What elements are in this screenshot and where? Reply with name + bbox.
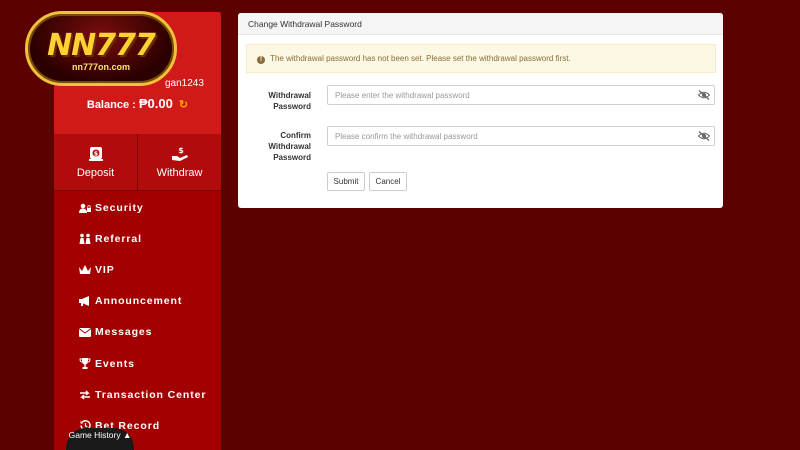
svg-text:$: $ (178, 146, 184, 155)
change-password-panel: Change Withdrawal Password ! The withdra… (238, 13, 723, 208)
confirm-label-line: Withdrawal (268, 142, 311, 151)
confirm-password-input[interactable] (327, 126, 715, 146)
nn777-logo[interactable]: NN777 nn777on.com (25, 11, 177, 86)
balance-label: Balance : (86, 99, 136, 111)
people-icon (78, 233, 92, 245)
sidebar-item-label: Referral (95, 232, 142, 245)
confirm-label-line: Confirm (280, 131, 311, 140)
withdrawal-password-input[interactable] (327, 85, 715, 105)
deposit-button[interactable]: $ Deposit (54, 134, 137, 190)
sidebar-item-label: Events (95, 357, 135, 370)
eye-slash-icon[interactable] (698, 131, 710, 141)
sidebar-item-label: Announcement (95, 295, 183, 308)
sidebar-item-transaction-center[interactable]: Transaction Center (54, 379, 221, 410)
crown-icon (78, 264, 92, 275)
sidebar-item-referral[interactable]: Referral (54, 223, 221, 254)
withdraw-icon: $ (171, 146, 188, 161)
withdraw-label: Withdraw (156, 166, 203, 179)
balance: Balance : ₱0.00 ↻ (54, 96, 221, 111)
wallet-actions: $ Deposit $ Withdraw (54, 134, 221, 191)
balance-value: ₱0.00 (138, 96, 173, 111)
svg-text:$: $ (93, 150, 97, 157)
logo-site: nn777on.com (71, 62, 130, 72)
sidebar-item-label: Security (95, 201, 144, 214)
game-history-button[interactable]: Game History ▲ (66, 428, 134, 450)
sidebar-item-announcement[interactable]: Announcement (54, 286, 221, 317)
game-history-label: Game History (68, 430, 121, 440)
password-label-line: Password (273, 102, 311, 111)
sidebar-item-events[interactable]: Events (54, 348, 221, 379)
sidebar-item-security[interactable]: Security (54, 192, 221, 223)
logo-brand: NN777 (47, 28, 156, 63)
sidebar-menu: Security Referral VIP Announcement Messa… (54, 192, 221, 442)
sidebar-item-messages[interactable]: Messages (54, 317, 221, 348)
withdraw-button[interactable]: $ Withdraw (137, 134, 221, 190)
sidebar-item-vip[interactable]: VIP (54, 254, 221, 285)
password-label-line: Withdrawal (268, 91, 311, 100)
cancel-button[interactable]: Cancel (369, 172, 407, 191)
trophy-icon (78, 358, 92, 370)
deposit-icon: $ (88, 146, 103, 161)
chevron-up-icon: ▲ (122, 430, 132, 440)
exchange-icon (78, 390, 92, 400)
confirm-label-line: Password (273, 153, 311, 162)
sidebar-item-label: VIP (95, 263, 115, 276)
deposit-label: Deposit (76, 166, 115, 179)
sidebar-item-label: Messages (95, 326, 153, 339)
password-label: Withdrawal Password (241, 90, 311, 112)
warning-icon: ! (257, 56, 265, 64)
refresh-icon[interactable]: ↻ (179, 99, 188, 111)
sidebar-item-label: Transaction Center (95, 388, 207, 401)
user-lock-icon (78, 203, 92, 213)
envelope-icon (78, 327, 92, 337)
confirm-password-label: Confirm Withdrawal Password (241, 130, 311, 163)
megaphone-icon (78, 296, 92, 307)
eye-slash-icon[interactable] (698, 90, 710, 100)
username: gan1243 (165, 78, 204, 89)
panel-title: Change Withdrawal Password (238, 13, 723, 35)
alert-text: The withdrawal password has not been set… (270, 54, 571, 63)
submit-button[interactable]: Submit (327, 172, 365, 191)
warning-alert: ! The withdrawal password has not been s… (246, 44, 716, 73)
